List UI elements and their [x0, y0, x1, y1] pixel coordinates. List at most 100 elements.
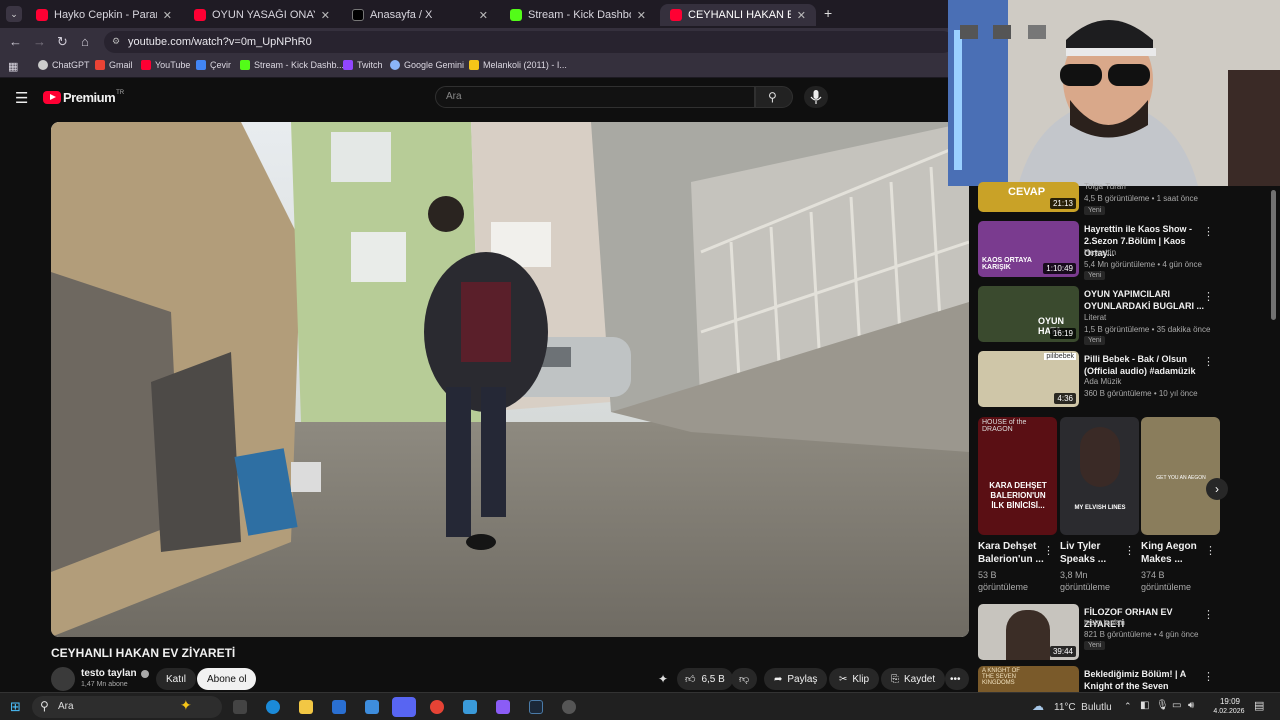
- taskbar-search[interactable]: ⚲ Ara ✦: [32, 696, 222, 718]
- short-thumbnail-2[interactable]: MY ELVISH LINES: [1060, 417, 1139, 535]
- bookmark-youtube[interactable]: YouTube: [141, 60, 190, 70]
- youtube-logo[interactable]: Premium TR: [43, 90, 124, 105]
- app-icon[interactable]: [463, 700, 477, 714]
- dislike-button[interactable]: 👎︎: [731, 668, 758, 690]
- video-thumbnail[interactable]: pilibebek 4:36: [978, 351, 1079, 407]
- subscribe-button[interactable]: Abone ol: [197, 668, 257, 690]
- channel-name[interactable]: Tolga Turan: [1084, 182, 1126, 191]
- obs-icon[interactable]: [562, 700, 576, 714]
- search-button[interactable]: ⚲: [755, 86, 793, 108]
- sidebar-video-6[interactable]: A KNIGHT OF THE SEVEN KINGDOMS Beklediği…: [978, 666, 1218, 692]
- more-options-icon[interactable]: ⋮: [1043, 544, 1054, 557]
- task-view-icon[interactable]: [233, 700, 247, 714]
- menu-hamburger-icon[interactable]: ☰: [15, 89, 28, 107]
- clip-button[interactable]: ✂ Klip: [829, 668, 880, 690]
- microphone-tray-icon[interactable]: 🎙︎: [1156, 700, 1169, 711]
- short-title[interactable]: King Aegon Makes ...: [1141, 540, 1207, 566]
- shorts-next-button[interactable]: ›: [1206, 478, 1228, 500]
- bookmark-kick[interactable]: Stream - Kick Dashb...: [240, 60, 344, 70]
- network-icon[interactable]: ▭: [1172, 700, 1181, 711]
- like-button[interactable]: 👍︎ 6,5 B: [677, 668, 733, 690]
- bookmark-gmail[interactable]: Gmail: [95, 60, 133, 70]
- join-button[interactable]: Katıl: [156, 668, 197, 690]
- more-actions-button[interactable]: •••: [945, 668, 969, 690]
- share-button[interactable]: ➦ Paylaş: [764, 668, 828, 690]
- reload-icon[interactable]: ↻: [57, 34, 68, 50]
- short-title[interactable]: Kara Dehşet Balerion'un ...: [978, 540, 1044, 566]
- notification-icon[interactable]: ▤: [1254, 699, 1264, 712]
- browser-tab-1[interactable]: Hayko Cepkin - Paranoya - You✕: [26, 4, 182, 26]
- tray-chevron-icon[interactable]: ⌃: [1124, 701, 1132, 712]
- outlook-icon[interactable]: [365, 700, 379, 714]
- home-icon[interactable]: ⌂: [81, 34, 89, 49]
- chrome-icon[interactable]: [430, 700, 444, 714]
- weather-text[interactable]: 11°C Bulutlu: [1054, 702, 1112, 713]
- more-options-icon[interactable]: ⋮: [1203, 355, 1214, 368]
- bookmark-melankoli[interactable]: Melankoli (2011) - I...: [469, 60, 567, 70]
- close-icon[interactable]: ✕: [797, 9, 806, 22]
- sidebar-scrollbar[interactable]: [1271, 190, 1276, 320]
- ask-ai-sparkle-icon[interactable]: ✦: [658, 672, 668, 686]
- steam-icon[interactable]: [529, 700, 543, 714]
- video-thumbnail[interactable]: OYUN HATA 16:19: [978, 286, 1079, 342]
- video-title[interactable]: OYUN YAPIMCILARI OYUNLARDAKİ BUGLARI ...: [1084, 288, 1206, 312]
- more-options-icon[interactable]: ⋮: [1203, 608, 1214, 621]
- discord-icon[interactable]: [392, 697, 416, 717]
- more-options-icon[interactable]: ⋮: [1203, 290, 1214, 303]
- new-tab-button[interactable]: +: [824, 5, 832, 21]
- url-bar[interactable]: ⚙ youtube.com/watch?v=0m_UpNPhR0: [104, 31, 954, 53]
- bookmark-translate[interactable]: Çevir: [196, 60, 231, 70]
- tray-app-icon[interactable]: ◧: [1140, 700, 1149, 711]
- video-player[interactable]: [51, 122, 969, 637]
- edge-browser-icon[interactable]: [266, 700, 280, 714]
- sidebar-video-3[interactable]: OYUN HATA 16:19 OYUN YAPIMCILARI OYUNLAR…: [978, 286, 1218, 345]
- video-title[interactable]: Pilli Bebek - Bak / Olsun (Official audi…: [1084, 353, 1206, 377]
- channel-name[interactable]: testo taylan: [81, 668, 149, 679]
- apps-grid-icon[interactable]: ▦: [8, 60, 18, 73]
- sidebar-video-5[interactable]: 39:44 FİLOZOF ORHAN EV ZİYARETİ testo ta…: [978, 604, 1218, 660]
- forward-icon[interactable]: →: [33, 34, 46, 49]
- bookmark-twitch[interactable]: Twitch: [343, 60, 383, 70]
- tab-list-button[interactable]: ⌄: [6, 6, 22, 22]
- browser-tab-4[interactable]: Stream - Kick Dashboard✕: [500, 4, 656, 26]
- short-thumbnail-3[interactable]: GET YOU AN AEGON: [1141, 417, 1220, 535]
- gemini-app-icon[interactable]: [496, 700, 510, 714]
- file-explorer-icon[interactable]: [299, 700, 313, 714]
- more-options-icon[interactable]: ⋮: [1203, 225, 1214, 238]
- video-thumbnail[interactable]: KAOS ORTAYA KARIŞIK 1:10:49: [978, 221, 1079, 277]
- bookmark-chatgpt[interactable]: ChatGPT: [38, 60, 90, 70]
- sidebar-video-4[interactable]: pilibebek 4:36 Pilli Bebek - Bak / Olsun…: [978, 351, 1218, 407]
- browser-tab-5-active[interactable]: CEYHANLI HAKAN EV ZİYARETİ✕: [660, 4, 816, 26]
- close-icon[interactable]: ✕: [321, 9, 330, 22]
- more-options-icon[interactable]: ⋮: [1203, 670, 1214, 683]
- video-thumbnail[interactable]: A KNIGHT OF THE SEVEN KINGDOMS: [978, 666, 1079, 692]
- short-thumbnail-1[interactable]: HOUSE of the DRAGON KARA DEHŞET BALERION…: [978, 417, 1057, 535]
- short-title[interactable]: Liv Tyler Speaks ...: [1060, 540, 1126, 566]
- windows-start-icon[interactable]: ⊞: [10, 699, 21, 715]
- microsoft-store-icon[interactable]: [332, 700, 346, 714]
- channel-name[interactable]: testo taylan: [1084, 618, 1125, 627]
- sidebar-video-2[interactable]: KAOS ORTAYA KARIŞIK 1:10:49 Hayrettin il…: [978, 221, 1218, 280]
- video-thumbnail[interactable]: CEVAP 21:13: [978, 182, 1079, 212]
- clock-date[interactable]: 4.02.2026: [1204, 708, 1254, 715]
- search-input[interactable]: Ara: [435, 86, 755, 108]
- save-button[interactable]: ⎘ Kaydet: [881, 668, 946, 690]
- more-options-icon[interactable]: ⋮: [1124, 544, 1135, 557]
- close-icon[interactable]: ✕: [637, 9, 646, 22]
- more-options-icon[interactable]: ⋮: [1205, 544, 1216, 557]
- channel-name[interactable]: Hayrettin: [1084, 248, 1116, 257]
- channel-name[interactable]: Literat: [1084, 313, 1106, 322]
- close-icon[interactable]: ✕: [163, 9, 172, 22]
- browser-tab-3[interactable]: Anasayfa / X ✕: [342, 4, 498, 26]
- channel-avatar[interactable]: [51, 667, 75, 691]
- video-thumbnail[interactable]: 39:44: [978, 604, 1079, 660]
- browser-tab-2[interactable]: OYUN YASAĞI ONAYLANDI (m✕: [184, 4, 340, 26]
- volume-icon[interactable]: 🔊︎: [1188, 700, 1194, 711]
- site-info-icon[interactable]: ⚙: [112, 36, 120, 47]
- channel-name[interactable]: Ada Müzik: [1084, 377, 1121, 386]
- back-icon[interactable]: ←: [9, 34, 22, 49]
- video-title[interactable]: Beklediğimiz Bölüm! | A Knight of the Se…: [1084, 668, 1206, 692]
- sidebar-video-1[interactable]: CEVAP 21:13 Tolga Turan 4,5 B görüntülem…: [978, 182, 1218, 215]
- close-icon[interactable]: ✕: [479, 9, 488, 22]
- voice-search-button[interactable]: [804, 86, 828, 108]
